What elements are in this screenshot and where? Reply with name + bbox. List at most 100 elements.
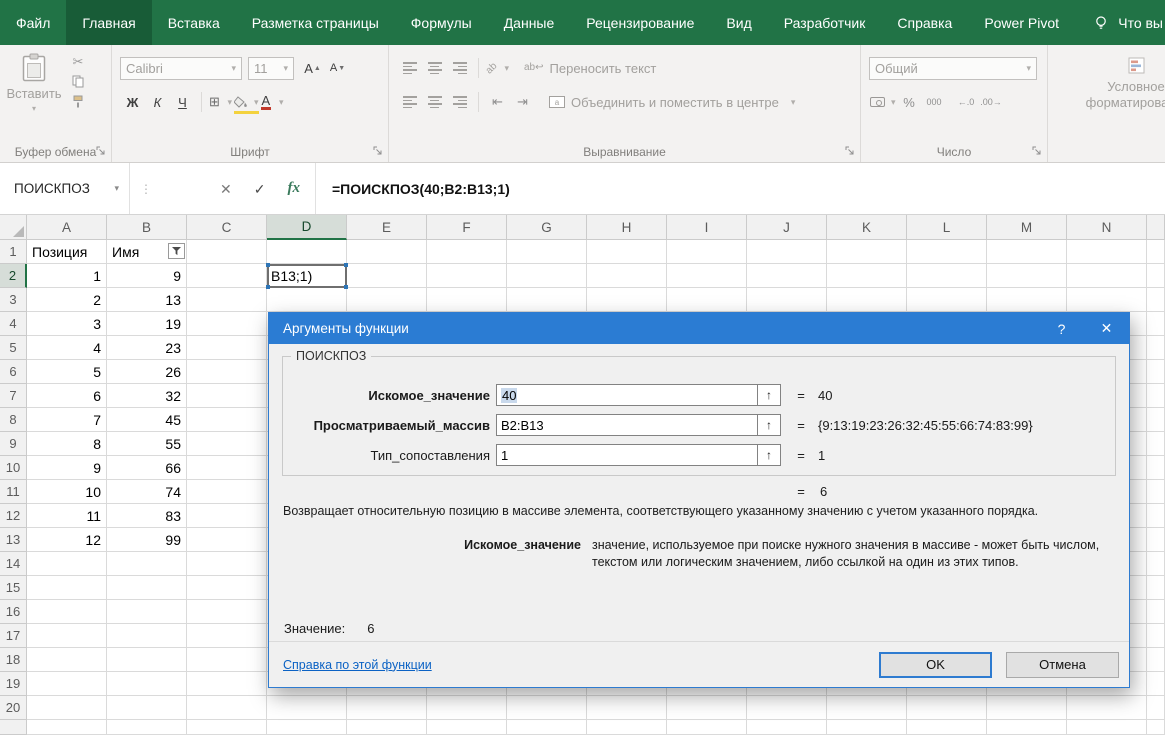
row-header-13[interactable]: 13 — [0, 528, 27, 552]
tab-data[interactable]: Данные — [488, 0, 571, 45]
cell-partial-bottom[interactable] — [1147, 720, 1165, 735]
cell-partial-row6[interactable] — [1147, 360, 1165, 384]
shrink-font-button[interactable]: А▼ — [326, 56, 349, 80]
cell-K1[interactable] — [827, 240, 907, 264]
align-bottom-icon[interactable] — [448, 56, 471, 80]
cell-H20[interactable] — [587, 696, 667, 720]
cell-partial-row8[interactable] — [1147, 408, 1165, 432]
col-header-K[interactable]: K — [827, 215, 907, 240]
align-top-icon[interactable] — [398, 56, 421, 80]
cell-L1[interactable] — [907, 240, 987, 264]
col-header-I[interactable]: I — [667, 215, 747, 240]
row-header-11[interactable]: 11 — [0, 480, 27, 504]
col-header-H[interactable]: H — [587, 215, 667, 240]
cell-I1[interactable] — [667, 240, 747, 264]
cell-G20[interactable] — [507, 696, 587, 720]
cell-L20[interactable] — [907, 696, 987, 720]
cell-partial-bottom[interactable] — [907, 720, 987, 735]
collapse-dialog-button-3[interactable]: ↑ — [758, 444, 781, 466]
cell-partial-bottom[interactable] — [507, 720, 587, 735]
cell-partial-bottom[interactable] — [187, 720, 267, 735]
cell-G3[interactable] — [507, 288, 587, 312]
number-format-combo[interactable]: Общий ▾ — [869, 57, 1037, 80]
alignment-dialog-launcher-icon[interactable] — [845, 146, 855, 156]
row-header-14[interactable]: 14 — [0, 552, 27, 576]
col-header-partial[interactable] — [1147, 215, 1165, 240]
cell-D20[interactable] — [267, 696, 347, 720]
cell-J20[interactable] — [747, 696, 827, 720]
underline-button[interactable]: Ч — [171, 90, 194, 114]
cell-A6[interactable]: 5 — [27, 360, 107, 384]
cell-C15[interactable] — [187, 576, 267, 600]
cell-A4[interactable]: 3 — [27, 312, 107, 336]
row-header-20[interactable]: 20 — [0, 696, 27, 720]
tab-power-pivot[interactable]: Power Pivot — [968, 0, 1075, 45]
cell-B10[interactable]: 66 — [107, 456, 187, 480]
decrease-decimal-button[interactable]: .00→ — [980, 90, 1003, 114]
cell-A10[interactable]: 9 — [27, 456, 107, 480]
cell-N1[interactable] — [1067, 240, 1147, 264]
cell-G1[interactable] — [507, 240, 587, 264]
cell-A11[interactable]: 10 — [27, 480, 107, 504]
cell-partial-bottom[interactable] — [667, 720, 747, 735]
cell-partial-bottom[interactable] — [347, 720, 427, 735]
increase-indent-icon[interactable]: ⇥ — [511, 90, 534, 114]
row-header-7[interactable]: 7 — [0, 384, 27, 408]
cell-B17[interactable] — [107, 624, 187, 648]
cell-A18[interactable] — [27, 648, 107, 672]
cell-E3[interactable] — [347, 288, 427, 312]
percent-style-button[interactable]: % — [898, 90, 921, 114]
cell-C1[interactable] — [187, 240, 267, 264]
cell-H1[interactable] — [587, 240, 667, 264]
tab-home[interactable]: Главная — [66, 0, 151, 45]
cell-E2[interactable] — [347, 264, 427, 288]
cell-L3[interactable] — [907, 288, 987, 312]
cell-B16[interactable] — [107, 600, 187, 624]
cell-partial-row12[interactable] — [1147, 504, 1165, 528]
cell-partial-bottom[interactable] — [587, 720, 667, 735]
cell-partial-row20[interactable] — [1147, 696, 1165, 720]
cell-C20[interactable] — [187, 696, 267, 720]
tab-formulas[interactable]: Формулы — [395, 0, 488, 45]
cell-C2[interactable] — [187, 264, 267, 288]
merge-center-button[interactable]: a Объединить и поместить в центре ▾ — [549, 95, 795, 110]
clipboard-dialog-launcher-icon[interactable] — [96, 146, 106, 156]
cell-partial-row5[interactable] — [1147, 336, 1165, 360]
wrap-text-button[interactable]: ab↩ Переносить текст — [524, 61, 656, 76]
cell-H2[interactable] — [587, 264, 667, 288]
row-header-1[interactable]: 1 — [0, 240, 27, 264]
cell-C5[interactable] — [187, 336, 267, 360]
formula-input[interactable]: =ПОИСКПОЗ(40;B2:B13;1) — [320, 181, 1165, 197]
cell-B1[interactable]: Имя — [107, 240, 187, 264]
cell-D3[interactable] — [267, 288, 347, 312]
row-header-5[interactable]: 5 — [0, 336, 27, 360]
cell-C3[interactable] — [187, 288, 267, 312]
cell-N20[interactable] — [1067, 696, 1147, 720]
col-header-C[interactable]: C — [187, 215, 267, 240]
cell-C19[interactable] — [187, 672, 267, 696]
cell-B4[interactable]: 19 — [107, 312, 187, 336]
number-dialog-launcher-icon[interactable] — [1032, 146, 1042, 156]
tab-review[interactable]: Рецензирование — [570, 0, 710, 45]
cell-partial-row18[interactable] — [1147, 648, 1165, 672]
cell-partial-bottom[interactable] — [1067, 720, 1147, 735]
cell-D1[interactable] — [267, 240, 347, 264]
cell-L2[interactable] — [907, 264, 987, 288]
col-header-J[interactable]: J — [747, 215, 827, 240]
cell-A16[interactable] — [27, 600, 107, 624]
cell-B15[interactable] — [107, 576, 187, 600]
row-header-4[interactable]: 4 — [0, 312, 27, 336]
cell-A14[interactable] — [27, 552, 107, 576]
decrease-indent-icon[interactable]: ⇤ — [486, 90, 509, 114]
cell-partial-bottom[interactable] — [107, 720, 187, 735]
lookup-array-input[interactable]: B2:B13 — [496, 414, 758, 436]
font-name-combo[interactable]: Calibri ▾ — [120, 57, 242, 80]
row-header-12[interactable]: 12 — [0, 504, 27, 528]
cell-B19[interactable] — [107, 672, 187, 696]
col-header-F[interactable]: F — [427, 215, 507, 240]
cancel-button[interactable]: Отмена — [1006, 652, 1119, 678]
bold-button[interactable]: Ж — [121, 90, 144, 114]
cell-partial-row2[interactable] — [1147, 264, 1165, 288]
row-header-9[interactable]: 9 — [0, 432, 27, 456]
cell-partial-bottom[interactable] — [427, 720, 507, 735]
